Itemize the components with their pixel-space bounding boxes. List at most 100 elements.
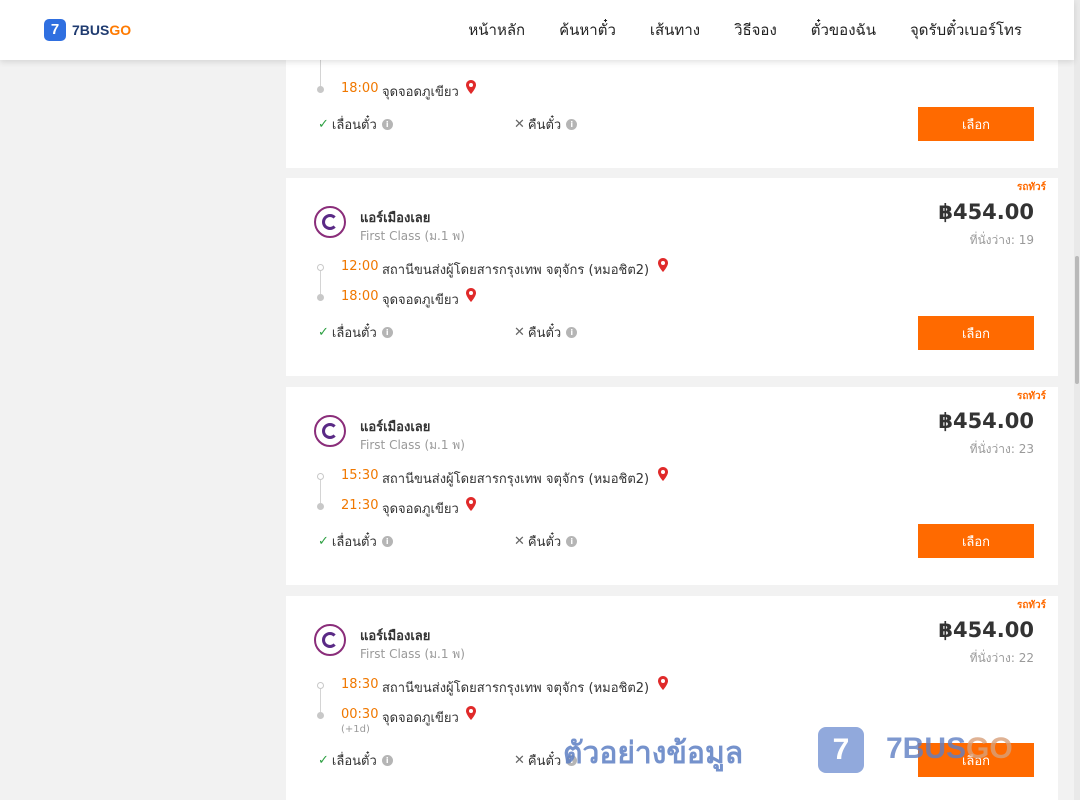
nav-search-tickets[interactable]: ค้นหาตั๋ว <box>559 18 616 42</box>
arrival-time: 18:00 <box>341 289 379 304</box>
nav-how-to-book[interactable]: วิธีจอง <box>734 18 777 42</box>
bus-type-badge: รถทัวร์ <box>1016 600 1046 611</box>
change-ticket-policy: ✓ เลื่อนตั๋ว i <box>318 531 393 552</box>
departure-time: 12:00 <box>341 259 379 274</box>
arrival-dot <box>317 712 324 719</box>
departure-time: 18:30 <box>341 677 379 692</box>
bus-type-badge: รถทัวร์ <box>1016 391 1046 402</box>
ticket-price: ฿454.00 <box>938 618 1034 642</box>
info-icon[interactable]: i <box>381 755 393 766</box>
watermark-brand: 7BUSGO <box>886 732 1013 765</box>
nav-routes[interactable]: เส้นทาง <box>650 18 700 42</box>
arrival-station: จุดจอดภูเขียว <box>382 293 459 308</box>
site-logo[interactable]: 7 7BUSGO <box>44 19 131 41</box>
scrollbar-track[interactable] <box>1074 0 1080 800</box>
arrival-time: 00:30 <box>341 707 379 722</box>
operator-name: แอร์เมืองเลย <box>360 211 431 226</box>
watermark-logo-mark: 7 <box>818 727 864 773</box>
info-icon[interactable]: i <box>566 327 578 338</box>
departure-station: สถานีขนส่งผู้โดยสารกรุงเทพ จตุจักร (หมอช… <box>382 472 650 487</box>
operator-logo <box>314 624 346 656</box>
arrival-dot <box>317 86 324 93</box>
route-line <box>320 60 321 87</box>
arrival-dot <box>317 503 324 510</box>
watermark-text: ตัวอย่างข้อมูล <box>563 736 744 771</box>
main-nav: หน้าหลัก ค้นหาตั๋ว เส้นทาง วิธีจอง ตั๋วข… <box>434 0 1022 60</box>
route-line <box>320 480 321 503</box>
nav-ticket-pickup[interactable]: จุดรับตั๋วเบอร์โทร <box>910 18 1022 42</box>
seat-class: First Class (ม.1 พ) <box>360 438 465 452</box>
check-icon: ✓ <box>318 753 329 768</box>
operator-name: แอร์เมืองเลย <box>360 629 431 644</box>
change-ticket-policy: ✓ เลื่อนตั๋ว i <box>318 114 393 135</box>
refund-ticket-label: คืนตั๋ว <box>527 754 562 769</box>
info-icon[interactable]: i <box>381 536 393 547</box>
arrival-dot <box>317 294 324 301</box>
info-icon[interactable]: i <box>566 536 578 547</box>
change-ticket-policy: ✓ เลื่อนตั๋ว i <box>318 750 393 771</box>
nav-my-tickets[interactable]: ตั๋วของฉัน <box>811 18 876 42</box>
location-pin-icon[interactable] <box>466 497 476 511</box>
trip-card: รถทัวร์ แอร์เมืองเลย First Class (ม.1 พ)… <box>286 387 1058 585</box>
next-day-indicator: (+1d) <box>341 724 370 735</box>
refund-ticket-label: คืนตั๋ว <box>527 326 562 341</box>
route-line <box>320 271 321 294</box>
cross-icon: ✕ <box>514 325 525 340</box>
ticket-price: ฿454.00 <box>938 409 1034 433</box>
select-button[interactable]: เลือก <box>918 316 1034 350</box>
seats-available: ที่นั่งว่าง: 22 <box>969 651 1034 665</box>
arrival-station: จุดจอดภูเขียว <box>382 85 459 100</box>
departure-station: สถานีขนส่งผู้โดยสารกรุงเทพ จตุจักร (หมอช… <box>382 681 650 696</box>
site-header: 7 7BUSGO หน้าหลัก ค้นหาตั๋ว เส้นทาง วิธี… <box>0 0 1074 60</box>
refund-ticket-label: คืนตั๋ว <box>527 535 562 550</box>
departure-dot <box>317 682 324 689</box>
bus-type-badge: รถทัวร์ <box>1016 182 1046 193</box>
cross-icon: ✕ <box>514 117 525 132</box>
location-pin-icon[interactable] <box>658 258 668 272</box>
seat-class: First Class (ม.1 พ) <box>360 229 465 243</box>
refund-ticket-policy: ✕ คืนตั๋ว i <box>514 114 578 135</box>
change-ticket-label: เลื่อนตั๋ว <box>331 326 377 341</box>
trip-card: รถทัวร์ แอร์เมืองเลย First Class (ม.1 พ)… <box>286 178 1058 376</box>
change-ticket-label: เลื่อนตั๋ว <box>331 754 377 769</box>
location-pin-icon[interactable] <box>658 467 668 481</box>
departure-dot <box>317 264 324 271</box>
check-icon: ✓ <box>318 534 329 549</box>
info-icon[interactable]: i <box>566 119 578 130</box>
cross-icon: ✕ <box>514 534 525 549</box>
seat-class: First Class (ม.1 พ) <box>360 647 465 661</box>
arrival-time: 21:30 <box>341 498 379 513</box>
change-ticket-label: เลื่อนตั๋ว <box>331 535 377 550</box>
info-icon[interactable]: i <box>381 119 393 130</box>
nav-home[interactable]: หน้าหลัก <box>468 18 525 42</box>
operator-name: แอร์เมืองเลย <box>360 420 431 435</box>
seats-available: ที่นั่งว่าง: 19 <box>969 233 1034 247</box>
refund-ticket-label: คืนตั๋ว <box>527 118 562 133</box>
cross-icon: ✕ <box>514 753 525 768</box>
operator-logo <box>314 415 346 447</box>
change-ticket-label: เลื่อนตั๋ว <box>331 118 377 133</box>
location-pin-icon[interactable] <box>658 676 668 690</box>
select-button[interactable]: เลือก <box>918 524 1034 558</box>
check-icon: ✓ <box>318 325 329 340</box>
check-icon: ✓ <box>318 117 329 132</box>
departure-dot <box>317 473 324 480</box>
route-line <box>320 689 321 712</box>
location-pin-icon[interactable] <box>466 80 476 94</box>
location-pin-icon[interactable] <box>466 288 476 302</box>
arrival-time: 18:00 <box>341 81 379 96</box>
ticket-price: ฿454.00 <box>938 200 1034 224</box>
logo-mark: 7 <box>44 19 66 41</box>
select-button[interactable]: เลือก <box>918 107 1034 141</box>
refund-ticket-policy: ✕ คืนตั๋ว i <box>514 322 578 343</box>
logo-text: 7BUSGO <box>72 22 132 38</box>
scrollbar-thumb[interactable] <box>1075 256 1079 384</box>
info-icon[interactable]: i <box>381 327 393 338</box>
change-ticket-policy: ✓ เลื่อนตั๋ว i <box>318 322 393 343</box>
seats-available: ที่นั่งว่าง: 23 <box>969 442 1034 456</box>
operator-logo <box>314 206 346 238</box>
departure-station: สถานีขนส่งผู้โดยสารกรุงเทพ จตุจักร (หมอช… <box>382 263 650 278</box>
arrival-station: จุดจอดภูเขียว <box>382 502 459 517</box>
refund-ticket-policy: ✕ คืนตั๋ว i <box>514 531 578 552</box>
location-pin-icon[interactable] <box>466 706 476 720</box>
